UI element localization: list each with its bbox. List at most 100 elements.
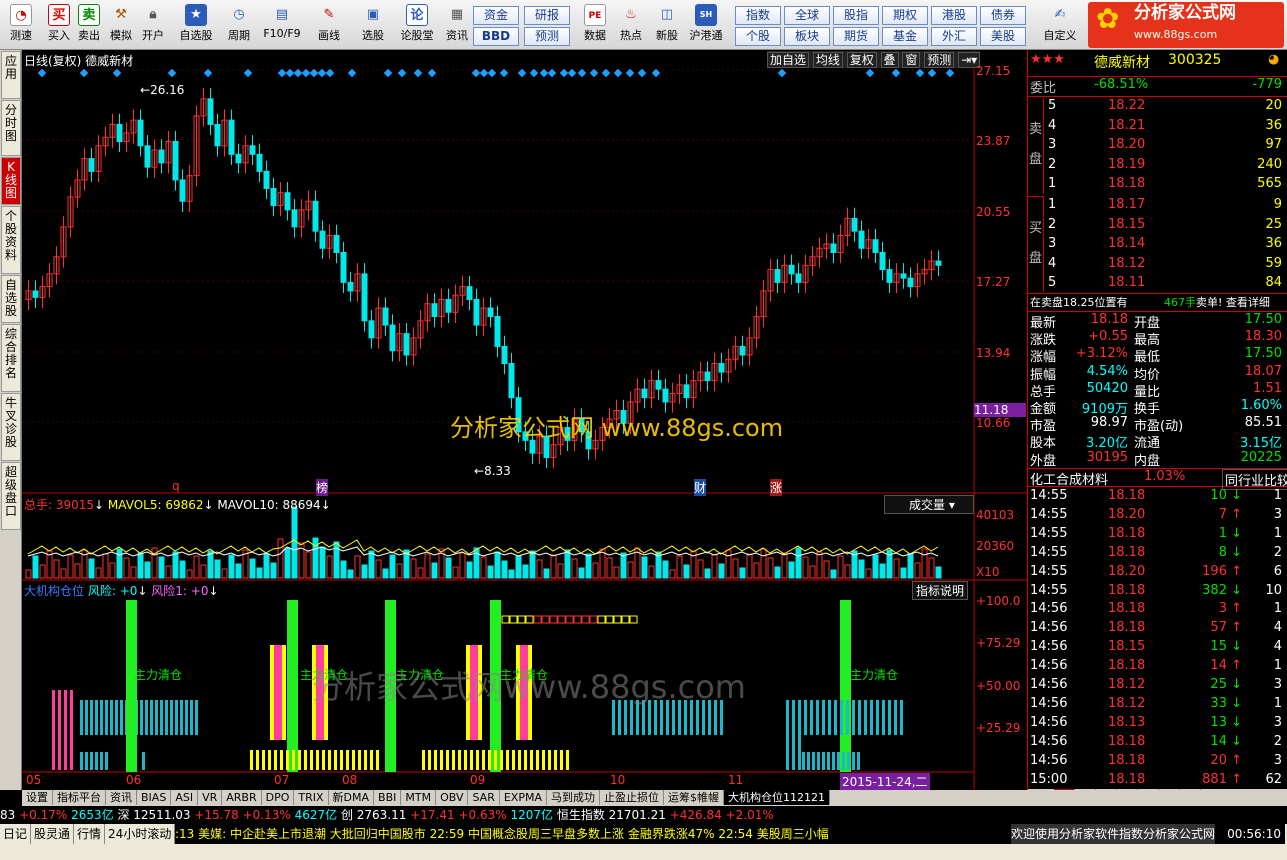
customize-button[interactable]: ✍ 自定义 — [1038, 3, 1082, 47]
indicator-tab[interactable]: ASI — [171, 790, 199, 805]
stat-row[interactable]: 外盘 30195 内盘 20225 — [1028, 450, 1287, 469]
stat-row[interactable]: 最新 18.18 开盘 17.50 — [1028, 312, 1287, 331]
stat-row[interactable]: 金额 9109万 换手 1.60% — [1028, 398, 1287, 417]
indicator-tab[interactable]: OBV — [436, 790, 469, 805]
status-tab[interactable]: 日记 — [0, 824, 32, 844]
indicator-tab[interactable]: 运筹$帷幄 — [664, 790, 724, 805]
tab-kline[interactable]: K线图 — [1, 157, 21, 205]
sell-level-row[interactable]: 4 18.21 36 — [1028, 118, 1287, 137]
add-watchlist-button[interactable]: 加自选 — [767, 52, 810, 68]
tick-row[interactable]: 14:56 18.13 13 ↓ 3 — [1028, 715, 1287, 734]
tick-row[interactable]: 14:56 18.18 14 ↓ 2 — [1028, 734, 1287, 753]
period-button[interactable]: ◷ 周期 — [222, 3, 256, 47]
open-account-button[interactable]: 🔒︎ 开户 — [136, 3, 170, 47]
stat-row[interactable]: 总手 50420 量比 1.51 — [1028, 381, 1287, 400]
tick-row[interactable]: 14:56 18.15 15 ↓ 4 — [1028, 639, 1287, 658]
indicator-tab[interactable]: MTM — [401, 790, 437, 805]
indicator-tab[interactable]: 大机构仓位112121 — [723, 790, 830, 805]
sell-level-row[interactable]: 5 18.22 20 — [1028, 98, 1287, 117]
quick-futures[interactable]: 期货 — [833, 27, 879, 46]
overlay-button[interactable]: 叠 — [880, 52, 899, 68]
tab-level2[interactable]: 超级盘口 — [1, 462, 21, 530]
news-ticker[interactable]: :13 美媒: 中企赴美上市退潮 大批回归中国股市 22:59 中国概念股周三早… — [175, 824, 1285, 844]
sell-level-row[interactable]: 1 18.18 565 — [1028, 176, 1287, 195]
indicator-tab[interactable]: BBI — [374, 790, 402, 805]
draw-button[interactable]: ✎ 画线 — [312, 3, 346, 47]
status-tab[interactable]: 股灵通 — [31, 824, 75, 844]
tick-row[interactable]: 14:56 18.12 33 ↓ 1 — [1028, 696, 1287, 715]
event-marker-finance[interactable]: 财 — [694, 479, 707, 496]
tick-row[interactable]: 14:55 18.18 382 ↓ 10 — [1028, 583, 1287, 602]
quick-sectors[interactable]: 板块 — [784, 27, 830, 46]
indicator-tab[interactable]: 止盈止损位 — [600, 790, 664, 805]
indicator-tab[interactable]: SAR — [468, 790, 500, 805]
quick-funds[interactable]: 资金 — [473, 6, 519, 25]
tick-row[interactable]: 14:56 18.18 14 ↑ 1 — [1028, 658, 1287, 677]
indicator-help-button[interactable]: 指标说明 — [912, 581, 969, 600]
tick-row[interactable]: 14:56 18.18 57 ↑ 4 — [1028, 620, 1287, 639]
tick-row[interactable]: 14:55 18.20 196 ↑ 6 — [1028, 564, 1287, 583]
indicator-tab[interactable]: VR — [198, 790, 223, 805]
watchlist-button[interactable]: ★ 自选股 — [176, 3, 216, 47]
simulate-button[interactable]: ⚒ 模拟 — [104, 3, 138, 47]
indicator-tab[interactable]: DPO — [262, 790, 295, 805]
hotspot-button[interactable]: ♨ 热点 — [614, 3, 648, 47]
tab-intraday[interactable]: 分时图 — [1, 100, 21, 156]
quick-forecast[interactable]: 预测 — [524, 27, 570, 46]
news-button[interactable]: ▦ 资讯 — [440, 3, 474, 47]
tick-row[interactable]: 14:55 18.18 8 ↓ 2 — [1028, 545, 1287, 564]
quick-options[interactable]: 期权 — [882, 6, 928, 25]
indicator-tab[interactable]: BIAS — [137, 790, 172, 805]
forecast-button[interactable]: 预测 — [924, 52, 955, 68]
data-button[interactable]: PE 数据 — [578, 3, 612, 47]
tick-row[interactable]: 14:56 18.12 25 ↓ 3 — [1028, 677, 1287, 696]
stat-row[interactable]: 涨跌 +0.55 最高 18.30 — [1028, 329, 1287, 348]
sell-level-row[interactable]: 3 18.20 97 — [1028, 137, 1287, 156]
tab-apps[interactable]: 应用 — [1, 51, 21, 99]
quick-index-futures[interactable]: 股指 — [833, 6, 879, 25]
event-marker-q[interactable]: q — [172, 479, 180, 493]
quick-stocks[interactable]: 个股 — [735, 27, 781, 46]
buy-button[interactable]: 买买入 — [42, 3, 76, 47]
volume-indicator-select[interactable]: 成交量 ▾ — [884, 495, 974, 514]
tick-row[interactable]: 14:55 18.18 10 ↓ 1 — [1028, 488, 1287, 507]
event-marker-limitup[interactable]: 涨 — [770, 479, 783, 496]
tick-row[interactable]: 14:55 18.18 1 ↓ 1 — [1028, 526, 1287, 545]
forum-button[interactable]: 论论股堂 — [398, 3, 436, 47]
industry-compare-button[interactable]: 同行业比较 — [1222, 469, 1287, 490]
stat-row[interactable]: 市盈 98.97 市盈(动) 85.51 — [1028, 415, 1287, 434]
buy-level-row[interactable]: 1 18.17 9 — [1028, 197, 1287, 216]
stat-row[interactable]: 股本 3.20亿 流通 3.15亿 — [1028, 432, 1287, 451]
quick-funds-2[interactable]: 基金 — [882, 27, 928, 46]
quick-forex[interactable]: 外汇 — [931, 27, 977, 46]
kline-chart-area[interactable]: 日线(复权) 德威新材 加自选 均线 复权 叠 窗 预测 ⇥▾ 27.15 23… — [22, 50, 1027, 790]
indicator-tab[interactable]: 设置 — [22, 790, 53, 805]
quick-hk[interactable]: 港股 — [931, 6, 977, 25]
quick-research[interactable]: 研报 — [524, 6, 570, 25]
window-button[interactable]: 窗 — [902, 52, 921, 68]
tick-row[interactable]: 14:56 18.18 3 ↑ 1 — [1028, 601, 1287, 620]
indicator-tab[interactable]: 新DMA — [329, 790, 375, 805]
adjust-button[interactable]: 复权 — [846, 52, 877, 68]
quick-global[interactable]: 全球 — [784, 6, 830, 25]
buy-level-row[interactable]: 2 18.15 25 — [1028, 217, 1287, 236]
status-tab[interactable]: 24小时滚动 — [105, 824, 176, 844]
stat-row[interactable]: 涨幅 +3.12% 最低 17.50 — [1028, 346, 1287, 365]
indicator-tab[interactable]: ARBR — [222, 790, 262, 805]
quick-bbd[interactable]: BBD — [473, 27, 519, 46]
tab-diagnosis[interactable]: 牛叉诊股 — [1, 393, 21, 461]
buy-level-row[interactable]: 4 18.12 59 — [1028, 256, 1287, 275]
buy-level-row[interactable]: 5 18.11 84 — [1028, 275, 1287, 294]
speedtest-button[interactable]: ◔ 测速 — [4, 3, 38, 47]
quick-us-stocks[interactable]: 美股 — [980, 27, 1026, 46]
event-marker-rank[interactable]: 榜 — [316, 479, 329, 496]
f10-button[interactable]: ▤ F10/F9 — [262, 3, 302, 47]
sell-level-row[interactable]: 2 18.19 240 — [1028, 157, 1287, 176]
tab-ranking[interactable]: 综合排名 — [1, 324, 21, 392]
status-tab[interactable]: 行情 — [74, 824, 106, 844]
tab-watchlist[interactable]: 自选股 — [1, 275, 21, 323]
sell-button[interactable]: 卖卖出 — [72, 3, 106, 47]
ipo-button[interactable]: ◫ 新股 — [650, 3, 684, 47]
tick-row[interactable]: 15:00 18.18 881 ↑ 62 — [1028, 772, 1287, 791]
hk-connect-button[interactable]: SH HK 沪港通 — [686, 3, 726, 47]
